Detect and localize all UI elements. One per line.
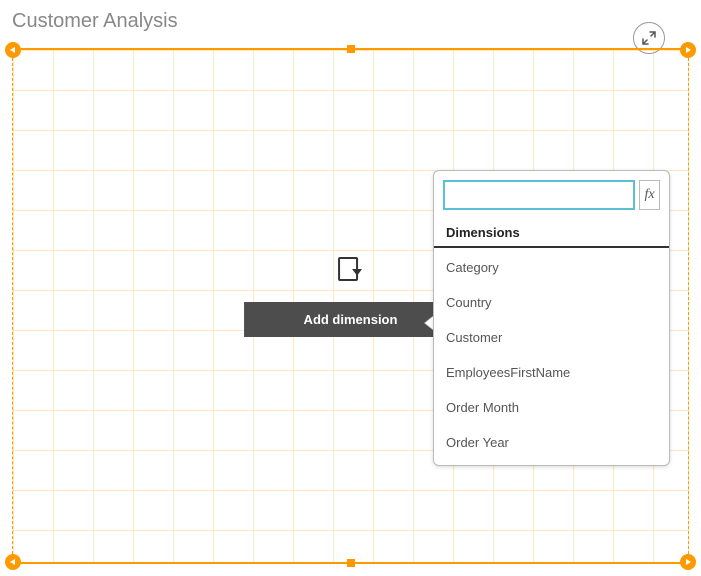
dimension-item[interactable]: Order Month <box>434 390 669 425</box>
corner-arrow-tr[interactable] <box>680 42 696 58</box>
dimension-search-input[interactable] <box>443 180 635 210</box>
dimension-item[interactable]: Order Year <box>434 425 669 460</box>
dimension-section-header: Dimensions <box>434 219 669 248</box>
fx-button[interactable]: fx <box>639 180 660 210</box>
popup-search-row: fx <box>434 171 669 219</box>
dimension-item[interactable]: EmployeesFirstName <box>434 355 669 390</box>
page-title: Customer Analysis <box>12 10 178 33</box>
resize-handle-top[interactable] <box>347 45 355 53</box>
dimension-item[interactable]: Category <box>434 250 669 285</box>
expand-icon <box>642 31 656 45</box>
dimension-item[interactable]: Country <box>434 285 669 320</box>
corner-arrow-tl[interactable] <box>5 42 21 58</box>
corner-arrow-bl[interactable] <box>5 554 21 570</box>
resize-handle-bottom[interactable] <box>347 559 355 567</box>
dimension-list[interactable]: Dimensions Category Country Customer Emp… <box>434 219 669 465</box>
filterpane-icon <box>335 255 365 290</box>
dimension-popup: fx Dimensions Category Country Customer … <box>433 170 670 466</box>
corner-arrow-br[interactable] <box>680 554 696 570</box>
dimension-item[interactable]: Customer <box>434 320 669 355</box>
